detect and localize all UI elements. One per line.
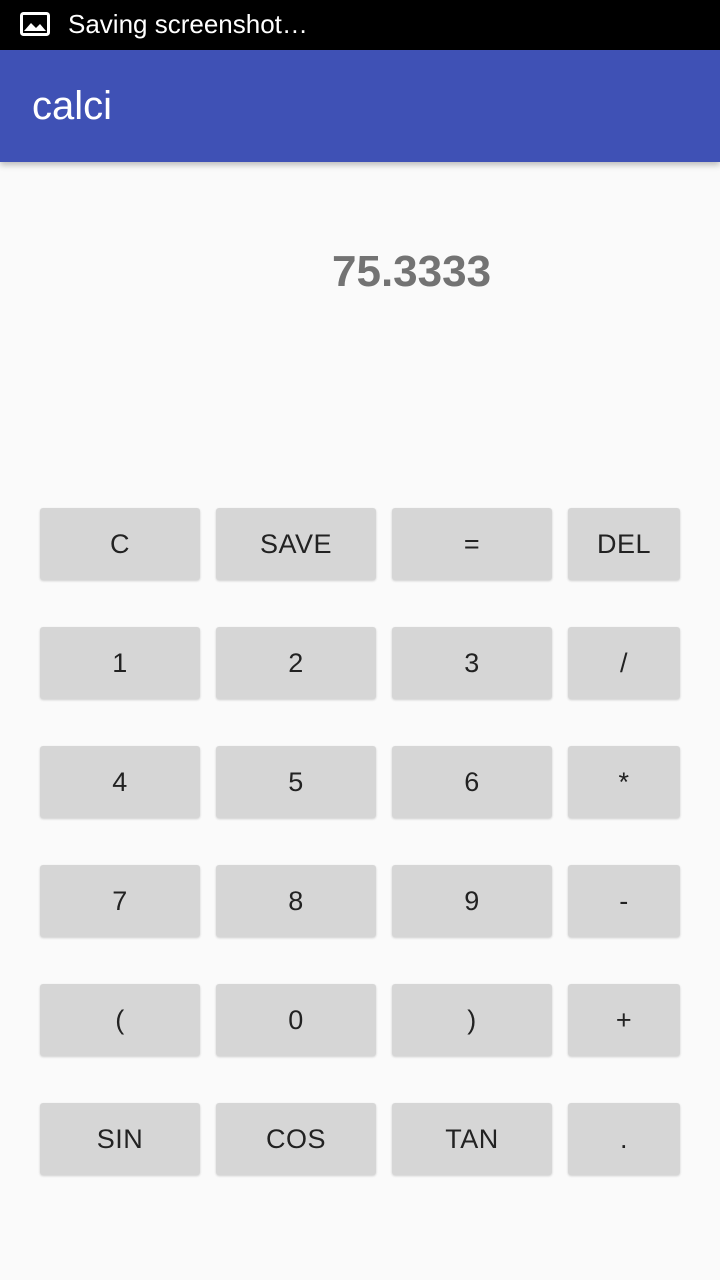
decimal-point-button[interactable]: . <box>568 1103 680 1175</box>
digit-5-button[interactable]: 5 <box>216 746 376 818</box>
digit-7-button[interactable]: 7 <box>40 865 200 937</box>
image-icon <box>20 12 50 36</box>
digit-0-button[interactable]: 0 <box>216 984 376 1056</box>
equals-button[interactable]: = <box>392 508 552 580</box>
digit-8-button[interactable]: 8 <box>216 865 376 937</box>
digit-1-button[interactable]: 1 <box>40 627 200 699</box>
subtract-button[interactable]: - <box>568 865 680 937</box>
digit-3-button[interactable]: 3 <box>392 627 552 699</box>
app-title: calci <box>32 84 113 128</box>
tan-button[interactable]: TAN <box>392 1103 552 1175</box>
cos-button[interactable]: COS <box>216 1103 376 1175</box>
digit-2-button[interactable]: 2 <box>216 627 376 699</box>
digit-9-button[interactable]: 9 <box>392 865 552 937</box>
app-bar: calci <box>0 50 720 162</box>
save-button[interactable]: SAVE <box>216 508 376 580</box>
divide-button[interactable]: / <box>568 627 680 699</box>
status-text: Saving screenshot… <box>68 9 308 39</box>
add-button[interactable]: + <box>568 984 680 1056</box>
status-bar: Saving screenshot… <box>0 0 720 50</box>
multiply-button[interactable]: * <box>568 746 680 818</box>
close-paren-button[interactable]: ) <box>392 984 552 1056</box>
clear-button[interactable]: C <box>40 508 200 580</box>
digit-4-button[interactable]: 4 <box>40 746 200 818</box>
open-paren-button[interactable]: ( <box>40 984 200 1056</box>
delete-button[interactable]: DEL <box>568 508 680 580</box>
sin-button[interactable]: SIN <box>40 1103 200 1175</box>
result-value: 75.3333 <box>332 247 492 296</box>
digit-6-button[interactable]: 6 <box>392 746 552 818</box>
